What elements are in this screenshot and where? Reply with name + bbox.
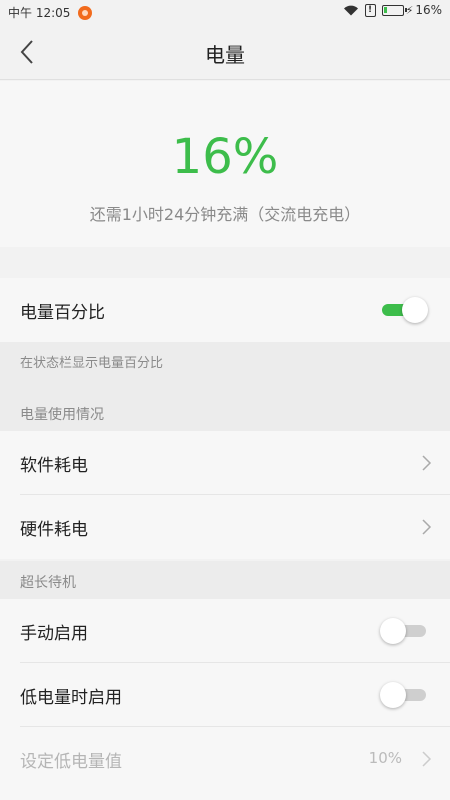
low-battery-value-label: 设定低电量值 xyxy=(20,752,122,772)
low-battery-value: 10% xyxy=(368,749,402,767)
software-usage-label: 软件耗电 xyxy=(20,456,88,476)
charge-time-info: 还需1小时24分钟充满（交流电充电） xyxy=(89,205,361,224)
hardware-usage-label: 硬件耗电 xyxy=(20,520,88,540)
hardware-usage-row[interactable]: 硬件耗电 xyxy=(0,495,450,559)
manual-enable-row[interactable]: 手动启用 xyxy=(0,599,450,663)
status-time: 中午 12:05 xyxy=(8,6,71,20)
battery-percentage-label: 电量百分比 xyxy=(20,303,105,323)
chevron-right-icon xyxy=(422,455,432,471)
low-battery-enable-toggle[interactable] xyxy=(380,682,426,708)
battery-percent-display: 16% xyxy=(171,129,279,185)
description-text: 在状态栏显示电量百分比 xyxy=(20,356,164,371)
toggle-knob xyxy=(402,297,428,323)
standby-section-title: 超长待机 xyxy=(20,575,76,591)
usage-section-title: 电量使用情况 xyxy=(20,407,104,423)
toggle-knob xyxy=(380,618,406,644)
charging-bolt-icon: ⚡ xyxy=(405,3,414,17)
status-left: 中午 12:05 xyxy=(8,4,93,21)
standby-section-header: 超长待机 xyxy=(0,561,450,599)
status-bar: 中午 12:05 ! ⚡ 16% xyxy=(0,0,450,24)
usage-section-header: 电量使用情况 xyxy=(0,378,450,431)
low-battery-enable-label: 低电量时启用 xyxy=(20,688,122,708)
status-battery-percent: 16% xyxy=(415,3,442,17)
battery-summary: 16% 还需1小时24分钟充满（交流电充电） xyxy=(0,81,450,247)
chevron-right-icon xyxy=(422,751,432,767)
manual-enable-toggle[interactable] xyxy=(380,618,426,644)
sim-alert-icon: ! xyxy=(364,3,376,17)
title-bar: 电量 xyxy=(0,24,450,80)
chevron-right-icon xyxy=(422,519,432,535)
wifi-icon xyxy=(343,5,358,16)
app-notification-icon xyxy=(78,5,93,20)
status-right: ! ⚡ 16% xyxy=(343,3,442,17)
battery-fill xyxy=(383,6,387,13)
toggle-knob xyxy=(380,682,406,708)
battery-percentage-toggle[interactable] xyxy=(382,297,428,323)
manual-enable-label: 手动启用 xyxy=(20,624,88,644)
low-battery-value-row[interactable]: 设定低电量值 10% xyxy=(0,727,450,800)
page-title: 电量 xyxy=(205,43,245,67)
low-battery-enable-row[interactable]: 低电量时启用 xyxy=(0,663,450,727)
battery-percentage-row[interactable]: 电量百分比 xyxy=(0,278,450,342)
battery-percentage-description: 在状态栏显示电量百分比 xyxy=(0,342,450,378)
battery-icon xyxy=(381,4,407,16)
software-usage-row[interactable]: 软件耗电 xyxy=(0,431,450,495)
